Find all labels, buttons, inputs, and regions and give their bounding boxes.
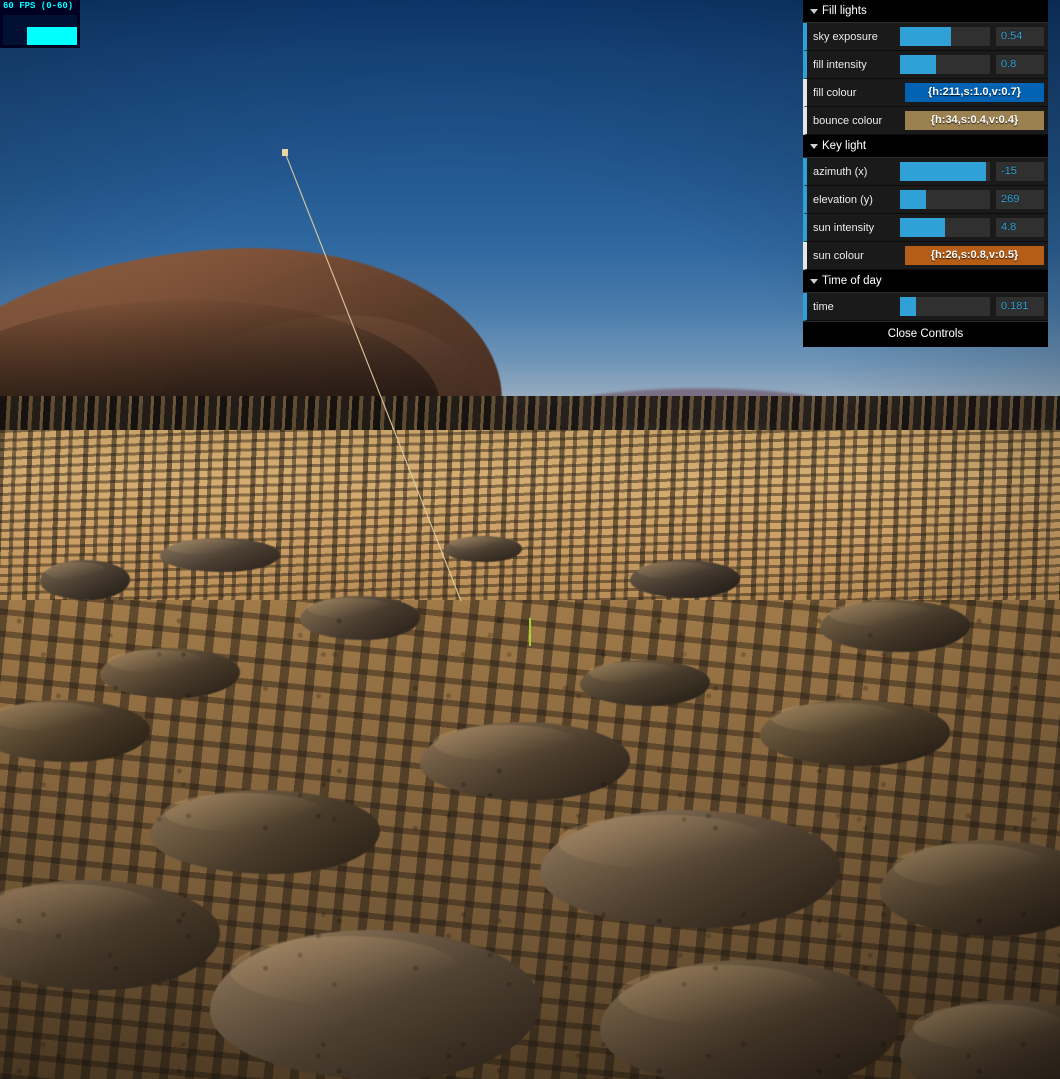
folder-title-time-of-day[interactable]: Time of day (803, 270, 1048, 293)
boulder (300, 596, 420, 640)
value-field-sun-intensity[interactable]: 4.8 (996, 218, 1044, 237)
slider-time[interactable] (900, 297, 990, 316)
value-field-time[interactable]: 0.181 (996, 297, 1044, 316)
gui-control-panel[interactable]: Fill lights sky exposure 0.54 fill intensit… (803, 0, 1048, 347)
value-field-azimuth-x[interactable]: -15 (996, 162, 1044, 181)
folder-title-label: Time of day (822, 275, 882, 287)
boulder (40, 560, 130, 600)
boulder (420, 722, 630, 800)
fps-label: 60 FPS (0-60) (3, 1, 74, 11)
control-row-bounce-colour[interactable]: bounce colour {h:34,s:0.4,v:0.4} (803, 107, 1048, 135)
control-row-fill-intensity[interactable]: fill intensity 0.8 (803, 51, 1048, 79)
control-label-fill-colour: fill colour (813, 86, 857, 99)
slider-fill (900, 218, 945, 237)
folder-title-label: Fill lights (822, 5, 867, 17)
control-row-fill-colour[interactable]: fill colour {h:211,s:1.0,v:0.7} (803, 79, 1048, 107)
slider-fill (900, 27, 952, 46)
fps-graph-bar (76, 27, 77, 45)
folder-title-key-light[interactable]: Key light (803, 135, 1048, 158)
green-position-marker (529, 618, 531, 646)
control-label-sky-exposure: sky exposure (813, 30, 878, 43)
control-label-elevation-y: elevation (y) (813, 193, 873, 206)
color-swatch-sun-colour[interactable]: {h:26,s:0.8,v:0.5} (905, 246, 1044, 265)
control-label-bounce-colour: bounce colour (813, 114, 883, 127)
slider-fill (900, 162, 987, 181)
boulder (580, 660, 710, 706)
slider-group-azimuth-x: -15 (900, 162, 1048, 181)
slider-sun-intensity[interactable] (900, 218, 990, 237)
fps-graph (3, 15, 77, 45)
boulder (540, 810, 840, 928)
slider-fill (900, 297, 917, 316)
close-controls-button[interactable]: Close Controls (803, 321, 1048, 347)
slider-group-sky-exposure: 0.54 (900, 27, 1048, 46)
control-row-azimuth-x[interactable]: azimuth (x) -15 (803, 158, 1048, 186)
boulder (160, 538, 280, 572)
slider-fill (900, 55, 936, 74)
slider-fill (900, 190, 927, 209)
control-row-time[interactable]: time 0.181 (803, 293, 1048, 321)
slider-fill-intensity[interactable] (900, 55, 990, 74)
control-row-sun-colour[interactable]: sun colour {h:26,s:0.8,v:0.5} (803, 242, 1048, 270)
boulder (820, 600, 970, 652)
color-swatch-bounce-colour[interactable]: {h:34,s:0.4,v:0.4} (905, 111, 1044, 130)
boulder (100, 648, 240, 698)
chevron-down-icon (810, 144, 818, 149)
slider-group-elevation-y: 269 (900, 190, 1048, 209)
gui-folder-list: Fill lights sky exposure 0.54 fill intensit… (803, 0, 1048, 321)
control-label-time: time (813, 300, 834, 313)
boulder (150, 790, 380, 874)
control-label-azimuth-x: azimuth (x) (813, 165, 868, 178)
control-label-fill-intensity: fill intensity (813, 58, 867, 71)
control-label-sun-intensity: sun intensity (813, 221, 875, 234)
boulder (630, 560, 740, 598)
boulder (444, 536, 522, 562)
value-field-fill-intensity[interactable]: 0.8 (996, 55, 1044, 74)
chevron-down-icon (810, 9, 818, 14)
control-label-sun-colour: sun colour (813, 249, 864, 262)
slider-group-time: 0.181 (900, 297, 1048, 316)
slider-sky-exposure[interactable] (900, 27, 990, 46)
folder-title-label: Key light (822, 140, 867, 152)
fps-stats-panel[interactable]: 60 FPS (0-60) (0, 0, 80, 48)
value-field-sky-exposure[interactable]: 0.54 (996, 27, 1044, 46)
control-row-sun-intensity[interactable]: sun intensity 4.8 (803, 214, 1048, 242)
app-root: 60 FPS (0-60) Fill lights sky exposure 0.5… (0, 0, 1060, 1079)
control-row-elevation-y[interactable]: elevation (y) 269 (803, 186, 1048, 214)
color-swatch-fill-colour[interactable]: {h:211,s:1.0,v:0.7} (905, 83, 1044, 102)
boulder (210, 930, 540, 1079)
value-field-elevation-y[interactable]: 269 (996, 190, 1044, 209)
chevron-down-icon (810, 279, 818, 284)
slider-group-fill-intensity: 0.8 (900, 55, 1048, 74)
folder-title-fill-lights[interactable]: Fill lights (803, 0, 1048, 23)
slider-group-sun-intensity: 4.8 (900, 218, 1048, 237)
slider-azimuth-x[interactable] (900, 162, 990, 181)
boulder (600, 960, 900, 1079)
control-row-sky-exposure[interactable]: sky exposure 0.54 (803, 23, 1048, 51)
slider-elevation-y[interactable] (900, 190, 990, 209)
boulder (760, 700, 950, 766)
